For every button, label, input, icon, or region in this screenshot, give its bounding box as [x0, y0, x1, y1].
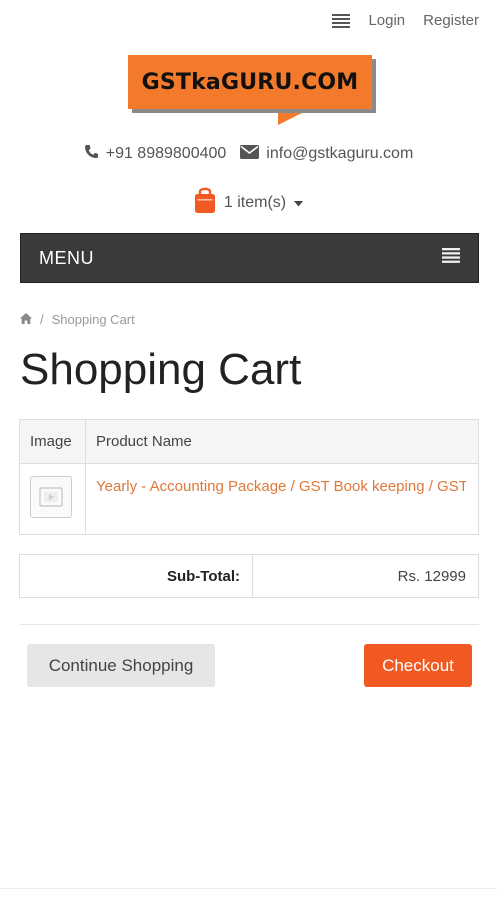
continue-shopping-button[interactable]: Continue Shopping: [27, 644, 215, 687]
cart-table: Image Product Name Yearly - Accounting P…: [19, 419, 479, 535]
contact-bar: +91 8989800400 info@gstkaguru.com: [0, 144, 497, 164]
image-placeholder-icon[interactable]: [30, 476, 72, 518]
login-link[interactable]: Login: [368, 12, 405, 29]
logo-box: GSTkaGURU.COM: [128, 55, 372, 109]
subtotal-row: Sub-Total: Rs. 12999: [19, 554, 479, 598]
caret-down-icon: [294, 194, 304, 212]
hamburger-icon[interactable]: [442, 248, 460, 268]
page-title: Shopping Cart: [20, 345, 302, 394]
shopping-bag-icon: [194, 186, 216, 219]
phone-icon: [84, 144, 99, 164]
cart-dropdown[interactable]: 1 item(s): [0, 186, 497, 219]
subtotal-label: Sub-Total:: [19, 554, 253, 598]
top-links: Login Register: [332, 12, 479, 29]
email-address: info@gstkaguru.com: [266, 145, 414, 162]
product-image-cell: [19, 463, 86, 535]
menu-label: MENU: [39, 247, 94, 268]
email-contact[interactable]: info@gstkaguru.com: [240, 144, 413, 164]
logo-speech-tail: [278, 107, 314, 125]
hamburger-icon[interactable]: [332, 13, 351, 28]
image-column-header: Image: [19, 419, 86, 464]
phone-number: +91 8989800400: [105, 145, 227, 162]
breadcrumb-separator: /: [40, 312, 44, 327]
phone-contact[interactable]: +91 8989800400: [84, 144, 227, 164]
product-name-column-header: Product Name: [85, 419, 479, 464]
logo-text: GSTkaGURU.COM: [141, 69, 359, 95]
divider: [20, 624, 479, 625]
breadcrumb-current[interactable]: Shopping Cart: [52, 312, 135, 327]
envelope-icon: [240, 144, 260, 164]
subtotal-value: Rs. 12999: [252, 554, 479, 598]
cart-item-count: 1 item(s): [223, 193, 287, 211]
table-header-row: Image Product Name: [19, 419, 479, 464]
product-link[interactable]: Yearly - Accounting Package / GST Book k…: [96, 478, 466, 495]
totals-table: Sub-Total: Rs. 12999: [19, 554, 479, 598]
bottom-divider: [0, 888, 497, 889]
register-link[interactable]: Register: [423, 12, 479, 29]
main-menu-bar[interactable]: MENU: [20, 233, 479, 283]
site-logo[interactable]: GSTkaGURU.COM: [128, 55, 374, 127]
table-row: Yearly - Accounting Package / GST Book k…: [19, 463, 479, 535]
product-name-cell: Yearly - Accounting Package / GST Book k…: [85, 463, 479, 535]
checkout-button[interactable]: Checkout: [364, 644, 472, 687]
home-icon[interactable]: [20, 312, 32, 327]
breadcrumb: / Shopping Cart: [20, 312, 135, 327]
